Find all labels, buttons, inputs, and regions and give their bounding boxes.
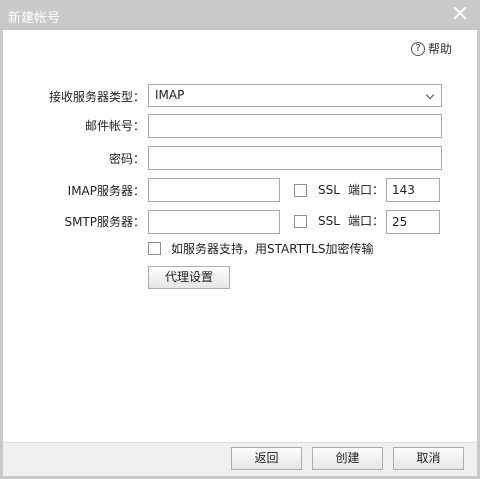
password-label: 密码：: [108, 152, 145, 166]
smtp-ssl-checkbox[interactable]: [294, 215, 307, 228]
close-icon[interactable]: [452, 5, 468, 21]
help-label: 帮助: [428, 42, 453, 56]
cancel-button[interactable]: 取消: [393, 447, 464, 470]
window-title: 新建帐号: [8, 11, 61, 26]
imap-port-input[interactable]: 143: [386, 178, 440, 202]
smtp-port-label: 端口：: [348, 214, 385, 228]
imap-server-input[interactable]: [148, 178, 280, 202]
chevron-down-icon: [425, 90, 435, 100]
smtp-server-input[interactable]: [148, 210, 280, 234]
smtp-ssl-label: SSL: [318, 214, 340, 228]
imap-label: IMAP服务器：: [67, 184, 145, 198]
smtp-label: SMTP服务器：: [64, 215, 145, 229]
password-input[interactable]: [148, 146, 442, 170]
server-type-select[interactable]: IMAP: [148, 84, 442, 107]
server-type-value: IMAP: [155, 88, 185, 102]
proxy-settings-button[interactable]: 代理设置: [148, 266, 230, 289]
imap-ssl-label: SSL: [318, 183, 340, 197]
title-bar: 新建帐号: [0, 0, 480, 30]
back-button[interactable]: 返回: [231, 447, 302, 470]
starttls-checkbox[interactable]: [148, 242, 161, 255]
imap-ssl-checkbox[interactable]: [294, 184, 307, 197]
account-input[interactable]: [148, 114, 442, 138]
account-label: 邮件帐号：: [84, 119, 145, 133]
server-type-label: 接收服务器类型：: [48, 90, 145, 104]
help-link[interactable]: ? 帮助: [411, 40, 452, 57]
question-circle-icon: ?: [411, 41, 425, 56]
imap-port-label: 端口：: [348, 183, 385, 197]
create-button[interactable]: 创建: [312, 447, 383, 470]
starttls-label: 如服务器支持，用STARTTLS加密传输: [171, 242, 374, 256]
smtp-port-input[interactable]: 25: [386, 210, 440, 234]
